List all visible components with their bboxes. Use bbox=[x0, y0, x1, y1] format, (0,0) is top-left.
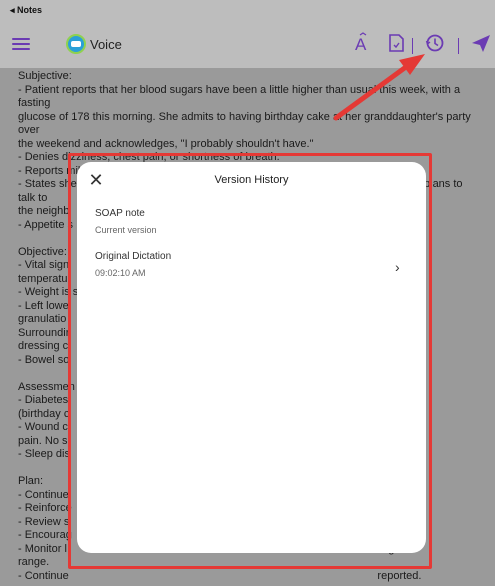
version-item-original-dictation[interactable]: Original Dictation 09:02:10 AM bbox=[95, 251, 171, 278]
version-name: SOAP note bbox=[95, 208, 145, 219]
version-detail: 09:02:10 AM bbox=[95, 268, 146, 278]
version-detail: Current version bbox=[95, 225, 157, 235]
version-name: Original Dictation bbox=[95, 251, 172, 262]
dialog-header: ✕ Version History bbox=[77, 162, 426, 198]
version-item-current[interactable]: SOAP note Current version bbox=[95, 208, 157, 235]
chevron-right-icon[interactable]: › bbox=[395, 259, 400, 275]
dialog-title: Version History bbox=[214, 174, 289, 186]
version-history-dialog: ✕ Version History SOAP note Current vers… bbox=[77, 162, 426, 553]
